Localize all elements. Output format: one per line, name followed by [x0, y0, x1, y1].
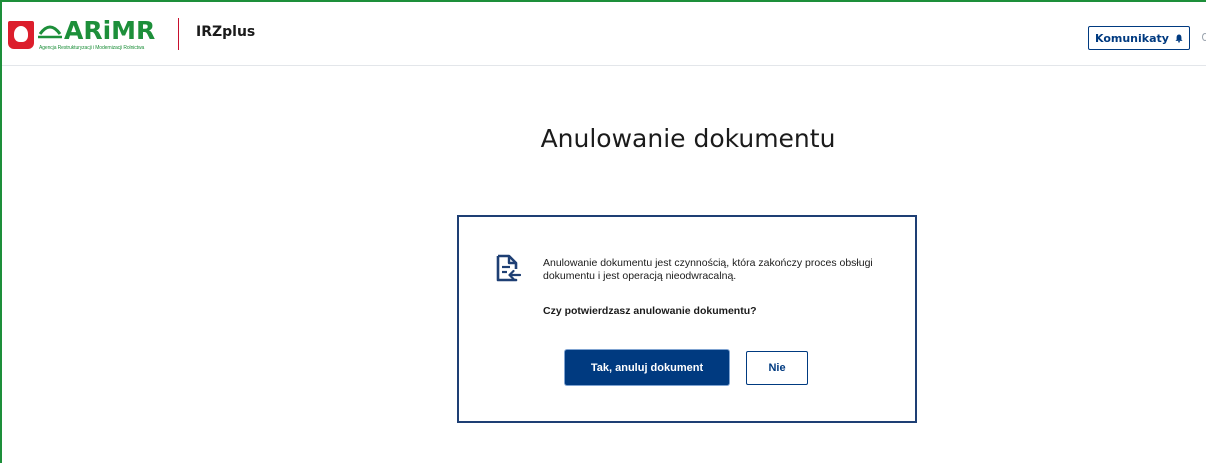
decline-button[interactable]: Nie [746, 351, 808, 385]
app-name: IRZplus [196, 24, 256, 40]
dialog-question: Czy potwierdzasz anulowanie dokumentu? [543, 305, 757, 317]
logo-text: ARiMR [64, 16, 156, 45]
confirm-cancel-button[interactable]: Tak, anuluj dokument [565, 350, 729, 385]
logo-subtitle: Agencja Restrukturyzacji i Modernizacji … [39, 45, 145, 51]
poland-emblem-icon [8, 21, 34, 49]
eagle-icon [14, 26, 28, 42]
user-menu-icon[interactable] [1202, 33, 1206, 41]
cancel-document-dialog: Anulowanie dokumentu jest czynnością, kt… [457, 215, 917, 423]
notifications-label: Komunikaty [1095, 31, 1169, 45]
logo-arc-icon [38, 25, 62, 39]
page-title: Anulowanie dokumentu [540, 124, 836, 153]
bell-icon [1175, 33, 1183, 43]
dialog-message: Anulowanie dokumentu jest czynnością, kt… [543, 257, 873, 282]
top-bar: ARiMR Agencja Restrukturyzacji i Moderni… [2, 2, 1206, 66]
header-divider [178, 18, 179, 50]
arimr-logo[interactable]: ARiMR Agencja Restrukturyzacji i Moderni… [8, 10, 173, 56]
document-return-icon [496, 254, 521, 282]
notifications-button[interactable]: Komunikaty [1088, 26, 1190, 50]
